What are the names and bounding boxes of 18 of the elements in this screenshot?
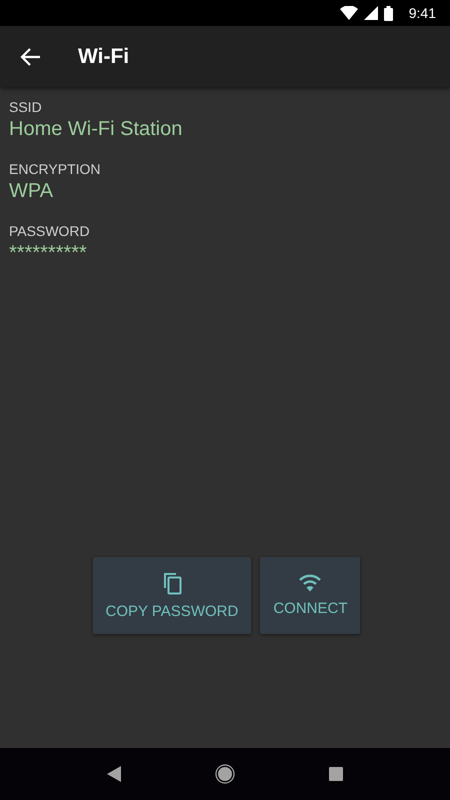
field-value: WPA: [9, 180, 54, 203]
field-label: ENCRYPTION: [9, 161, 102, 177]
home-nav-button[interactable]: [215, 764, 235, 784]
back-nav-button[interactable]: [107, 766, 121, 782]
copy-password-button[interactable]: COPY PASSWORD: [92, 557, 252, 634]
status-time: 9:41: [408, 5, 436, 21]
field-label: PASSWORD: [9, 223, 91, 239]
battery-icon: [384, 6, 393, 20]
cell-signal-icon: [364, 6, 378, 20]
field-label: SSID: [9, 99, 43, 115]
field-value: **********: [9, 242, 88, 265]
wifi-icon: [298, 574, 322, 592]
screen-title: Wi-Fi: [78, 44, 130, 68]
back-button[interactable]: [20, 46, 42, 68]
back-arrow-icon: [20, 46, 42, 68]
field-value: Home Wi-Fi Station: [9, 118, 184, 141]
wifi-signal-icon: [340, 6, 358, 20]
connect-button[interactable]: CONNECT: [260, 557, 360, 634]
